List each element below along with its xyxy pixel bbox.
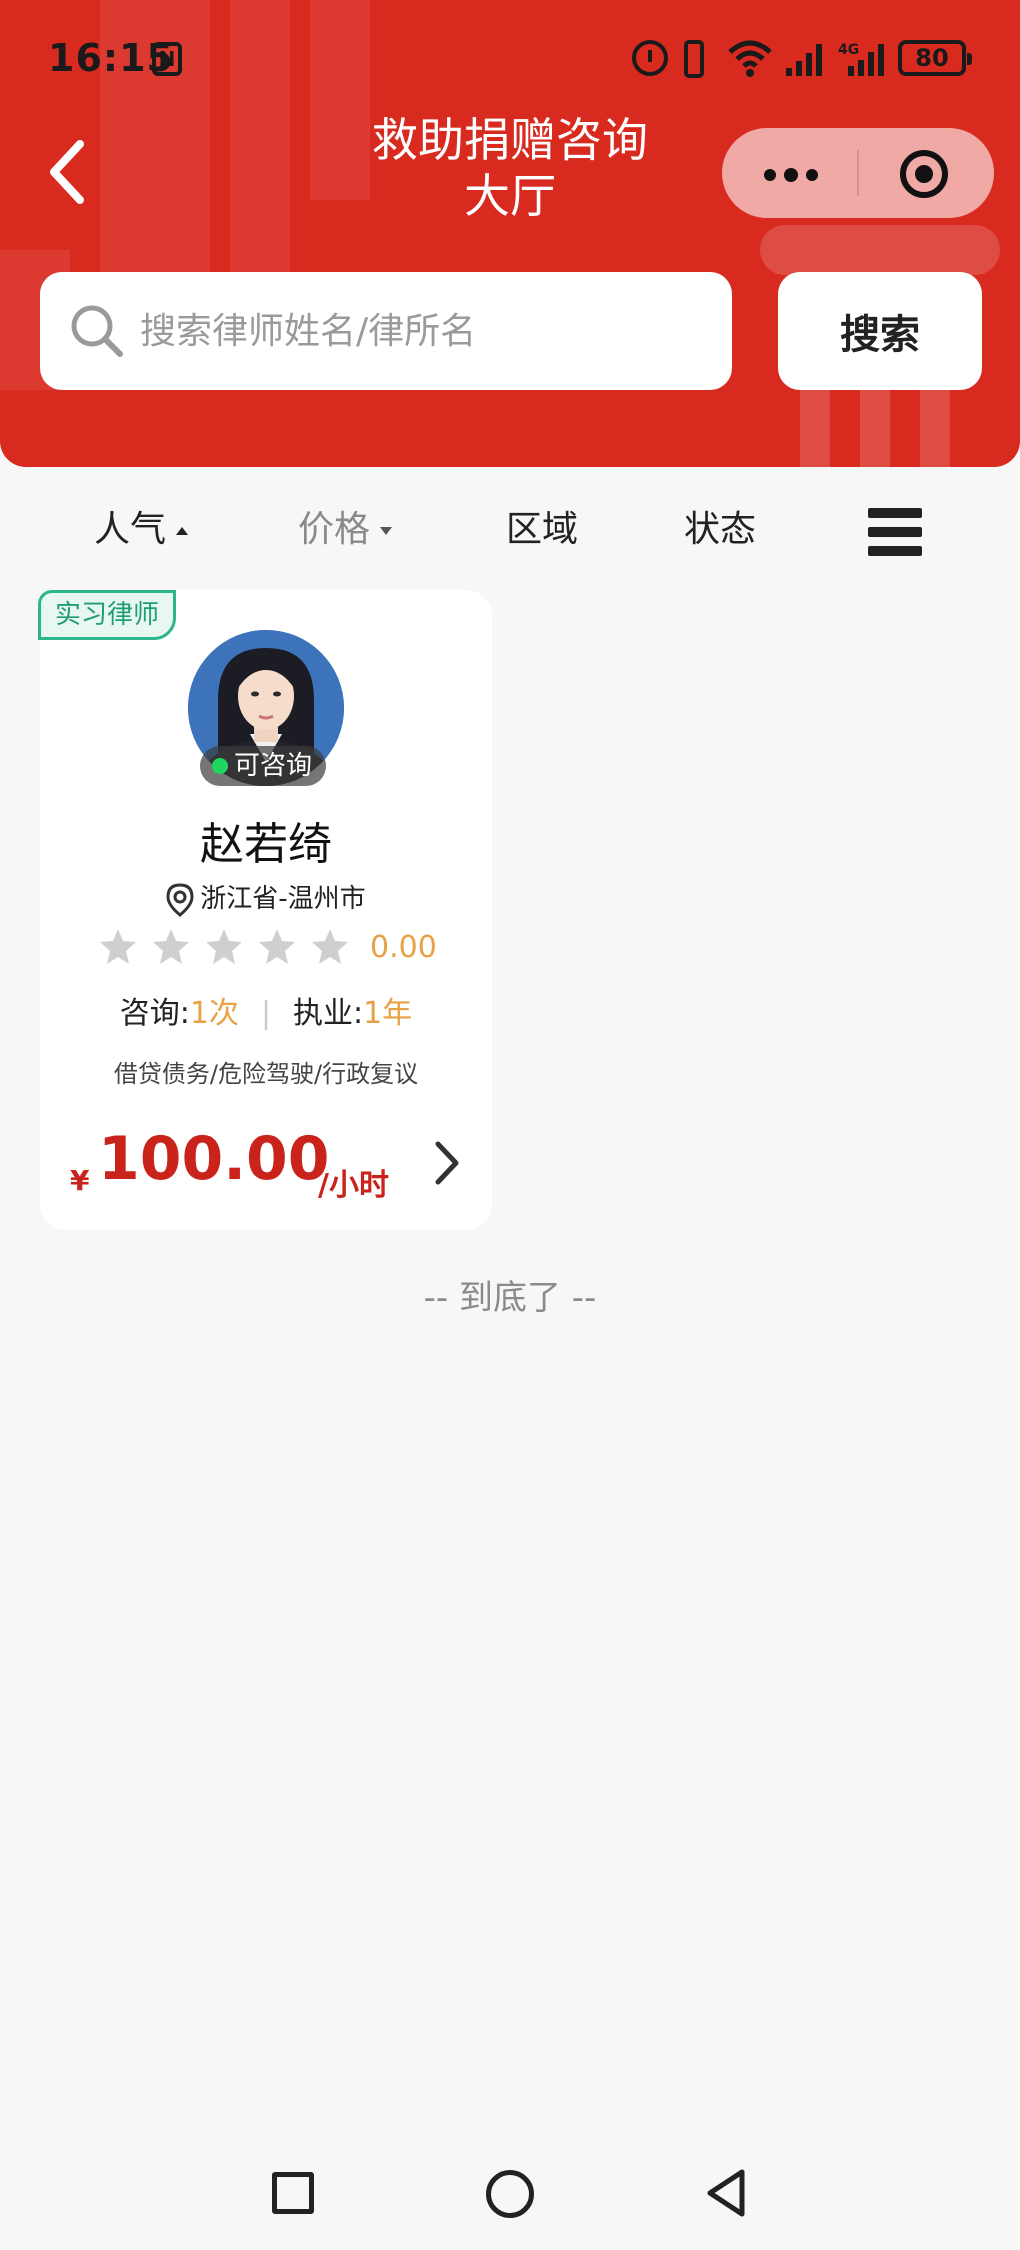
filter-bar: 人气 价格 区域 状态 [0,490,1020,570]
location-label: 浙江省-温州市 [200,884,366,914]
signal-icon [786,44,822,76]
filter-popularity-label: 人气 [94,509,167,550]
lawyer-specialties: 借贷债务/危险驾驶/行政复议 [113,1060,419,1088]
filter-popularity[interactable]: 人气 [94,490,190,570]
rating-row: 0.00 [98,926,458,970]
lawyer-location: 浙江省-温州市 [40,878,492,917]
recent-apps-button[interactable] [272,2172,314,2214]
wifi-icon [728,40,772,77]
filter-status[interactable]: 状态 [684,490,756,570]
star-icon [100,929,136,964]
intern-lawyer-badge: 实习律师 [38,590,177,640]
home-button[interactable] [486,2170,534,2218]
lawyer-stats: 咨询:1次 | 执业:1年 [40,988,492,1032]
search-box [40,272,732,390]
online-dot [212,758,228,774]
vibrate-icon [684,40,704,78]
end-of-list-text: -- 到底了 -- [423,1278,597,1318]
chevron-right-icon [435,1141,459,1185]
battery-icon: 80 [898,40,972,76]
star-icon [153,929,189,964]
search-icon [71,305,123,357]
system-nav-bar [0,2150,1020,2250]
header-banner: 16:15 N 4G 80 救助捐赠咨询大厅 搜索律师姓名/律所名 搜索 [0,0,1020,467]
status-bar: 16:15 N 4G 80 [0,0,1020,120]
filter-region[interactable]: 区域 [506,490,578,570]
close-miniapp-button[interactable] [858,128,994,218]
page-title: 救助捐赠咨询大厅 [372,113,648,223]
star-icon [312,929,348,964]
practice-years-value: 1年 [363,996,413,1031]
consult-count-value: 1次 [189,996,239,1031]
lawyer-name: 赵若绮 [200,819,332,870]
filter-price-label: 价格 [298,509,371,550]
rating-score: 0.00 [370,930,437,965]
lawyer-card[interactable]: 实习律师 可咨询 赵若绮 浙江省-温州市 0.00 咨询:1次 | 执业:1年 … [38,590,492,1230]
stats-divider: | [260,996,272,1031]
nfc-icon: N [152,42,182,76]
menu-icon[interactable] [868,508,922,556]
miniapp-capsule [722,128,994,218]
back-arrow-icon[interactable] [40,132,100,212]
signal-4g-icon: 4G [838,42,884,76]
alarm-icon [632,40,668,76]
price-currency: ¥ [70,1164,90,1197]
availability-label: 可咨询 [233,751,312,781]
search-button[interactable]: 搜索 [778,272,982,390]
availability-badge: 可咨询 [200,746,326,786]
caret-down-icon [380,527,393,535]
consult-count-label: 咨询: [119,996,190,1031]
caret-up-icon [176,527,189,535]
location-pin-icon [166,882,194,917]
star-icon [259,929,295,964]
back-button[interactable] [704,2168,748,2218]
practice-years-label: 执业: [293,996,364,1031]
price-amount: 100.00 [98,1124,330,1194]
star-icon [206,929,242,964]
price-unit: /小时 [318,1168,389,1203]
filter-price[interactable]: 价格 [298,490,394,570]
search-input[interactable] [140,272,710,390]
network-type-label: 4G [838,42,859,58]
more-options-button[interactable] [722,128,858,218]
